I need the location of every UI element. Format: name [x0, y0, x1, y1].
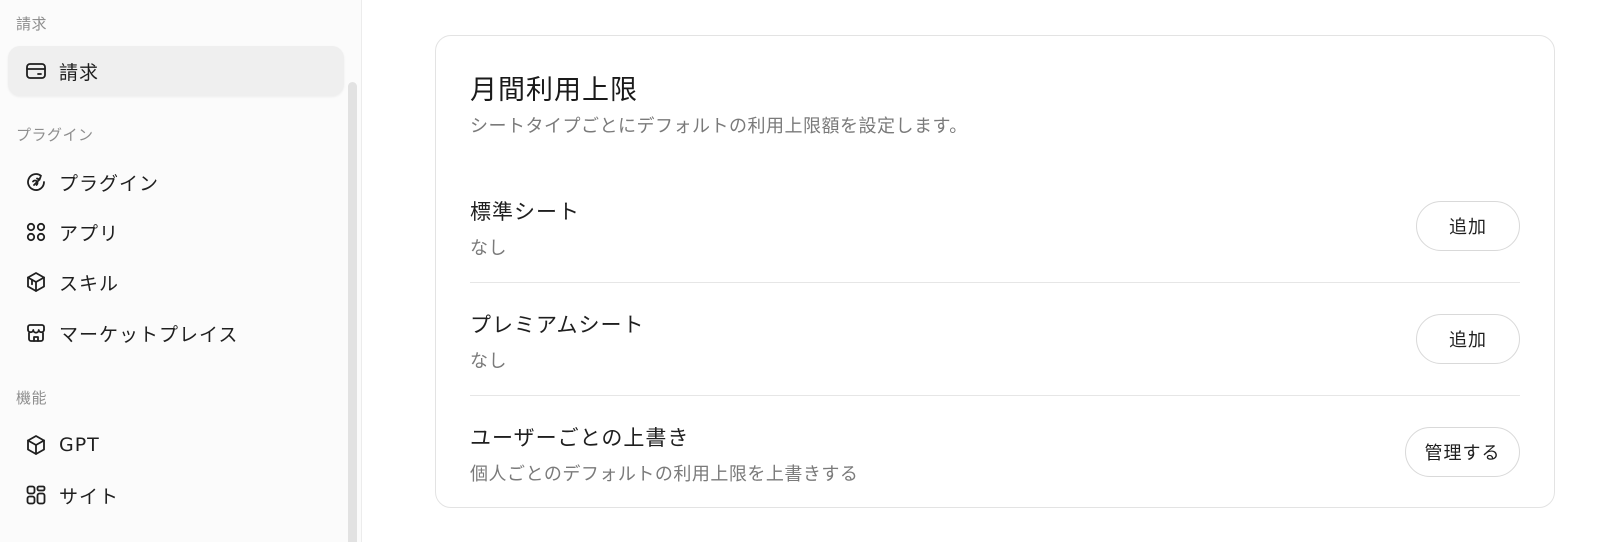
sidebar: 請求 請求 プラグイン プラグイン アプリ スキル マーケットプレイス 機能 G…	[0, 0, 362, 542]
sidebar-scrollbar[interactable]	[348, 82, 357, 542]
sidebar-item-label: スキル	[59, 272, 120, 295]
row-subtitle-premium-seat: なし	[470, 351, 507, 372]
sidebar-item-sites[interactable]: サイト	[8, 470, 344, 520]
plugin-icon	[24, 170, 48, 194]
add-premium-seat-limit-button[interactable]: 追加	[1416, 314, 1520, 364]
row-divider	[470, 282, 1520, 283]
row-title-user-override: ユーザーごとの上書き	[470, 426, 690, 450]
sidebar-item-billing[interactable]: 請求	[8, 46, 344, 96]
sidebar-item-plugins[interactable]: プラグイン	[8, 157, 344, 207]
site-icon	[24, 483, 48, 507]
cube-icon	[24, 433, 48, 457]
skill-icon	[24, 270, 48, 294]
monthly-limit-card: 月間利用上限 シートタイプごとにデフォルトの利用上限額を設定します。 標準シート…	[435, 35, 1555, 508]
app-window: 請求 請求 プラグイン プラグイン アプリ スキル マーケットプレイス 機能 G…	[0, 0, 1600, 542]
row-divider	[470, 395, 1520, 396]
row-subtitle-standard-seat: なし	[470, 238, 507, 259]
sidebar-item-label: マーケットプレイス	[59, 323, 239, 346]
card-description: シートタイプごとにデフォルトの利用上限額を設定します。	[470, 116, 968, 137]
sidebar-item-apps[interactable]: アプリ	[8, 207, 344, 257]
section-label-billing: 請求	[16, 15, 48, 33]
store-icon	[24, 321, 48, 345]
row-title-standard-seat: 標準シート	[470, 200, 580, 224]
sidebar-item-label: アプリ	[59, 222, 120, 245]
add-standard-seat-limit-button[interactable]: 追加	[1416, 201, 1520, 251]
card-icon	[24, 59, 48, 83]
manage-user-overrides-button[interactable]: 管理する	[1405, 427, 1520, 477]
sidebar-item-label: サイト	[59, 485, 120, 508]
section-label-features: 機能	[16, 389, 48, 407]
card-title: 月間利用上限	[470, 75, 638, 106]
sidebar-item-label: GPT	[59, 434, 100, 456]
sidebar-item-label: 請求	[59, 61, 100, 84]
sidebar-item-skills[interactable]: スキル	[8, 257, 344, 307]
row-subtitle-user-override: 個人ごとのデフォルトの利用上限を上書きする	[470, 464, 859, 485]
sidebar-item-marketplace[interactable]: マーケットプレイス	[8, 308, 344, 358]
sidebar-item-label: プラグイン	[59, 172, 160, 195]
section-label-plugins: プラグイン	[16, 126, 94, 144]
apps-icon	[24, 220, 48, 244]
sidebar-item-gpt[interactable]: GPT	[8, 420, 344, 470]
row-title-premium-seat: プレミアムシート	[470, 313, 645, 337]
